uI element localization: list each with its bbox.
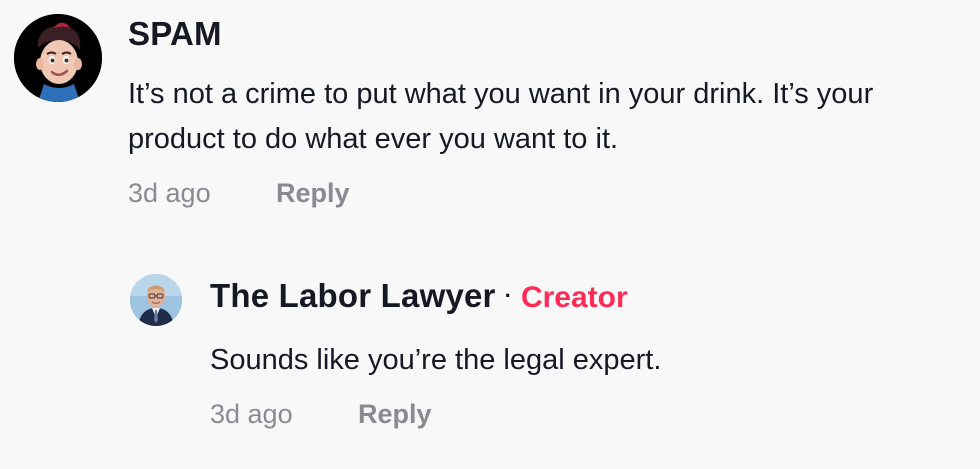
comment-timestamp: 3d ago: [128, 178, 211, 208]
comment: SPAM It’s not a crime to put what you wa…: [14, 14, 958, 209]
reply-comment: The Labor Lawyer · Creator Sounds like y…: [130, 274, 661, 430]
reply-text: Sounds like you’re the legal expert.: [210, 344, 662, 376]
memoji-avatar-icon[interactable]: [14, 14, 102, 102]
reply-header: The Labor Lawyer · Creator: [210, 274, 661, 322]
reply-button[interactable]: Reply: [276, 178, 350, 209]
comment-username[interactable]: SPAM: [128, 14, 958, 54]
comment-text: It’s not a crime to put what you want in…: [128, 78, 874, 155]
creator-badge: Creator: [520, 281, 628, 314]
reply-body: The Labor Lawyer · Creator Sounds like y…: [210, 274, 661, 430]
comment-thread: SPAM It’s not a crime to put what you wa…: [0, 0, 980, 469]
comment-meta: 3d ago Reply: [128, 178, 958, 209]
separator-dot: ·: [504, 283, 512, 308]
reply-button[interactable]: Reply: [358, 399, 432, 430]
profile-photo-avatar-icon[interactable]: [130, 274, 182, 326]
comment-body: SPAM It’s not a crime to put what you wa…: [128, 14, 958, 209]
reply-timestamp: 3d ago: [210, 399, 293, 429]
reply-username[interactable]: The Labor Lawyer: [210, 274, 496, 318]
reply-meta: 3d ago Reply: [210, 399, 661, 430]
